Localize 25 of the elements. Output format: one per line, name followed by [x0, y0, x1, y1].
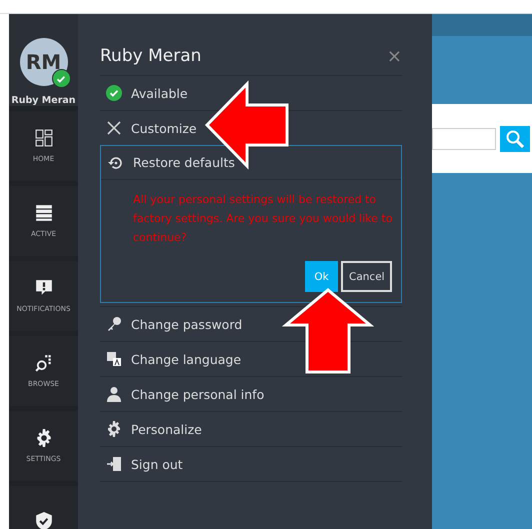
alert-icon — [34, 279, 52, 297]
confirm-title: Restore defaults — [133, 155, 235, 170]
grid-icon — [34, 129, 52, 147]
shield-icon — [34, 512, 52, 529]
language-icon — [106, 351, 122, 367]
search-icon — [506, 130, 524, 148]
panel-title: Ruby Meran — [100, 46, 202, 66]
avatar[interactable]: RM — [20, 38, 68, 86]
check-icon — [106, 85, 122, 101]
settings-icon — [34, 429, 52, 447]
search-button[interactable] — [500, 126, 530, 152]
list-icon — [34, 204, 52, 222]
search-field[interactable] — [432, 128, 496, 150]
restore-icon — [108, 154, 124, 170]
menu-item[interactable]: Personalize — [100, 411, 402, 446]
warning-message: All your personal settings will be restored to factory settings. Are you sure you would like to continue? — [132, 192, 394, 246]
menu-item[interactable]: Change personal info — [100, 376, 402, 411]
search-icon — [34, 354, 52, 372]
gear-icon — [106, 421, 122, 437]
person-icon — [106, 386, 122, 402]
sign-out-icon — [106, 456, 122, 472]
key-icon — [106, 316, 122, 332]
menu-item[interactable]: Sign out — [100, 446, 402, 481]
cancel-button[interactable]: Cancel — [341, 261, 392, 292]
user-name: Ruby Meran — [11, 95, 76, 106]
